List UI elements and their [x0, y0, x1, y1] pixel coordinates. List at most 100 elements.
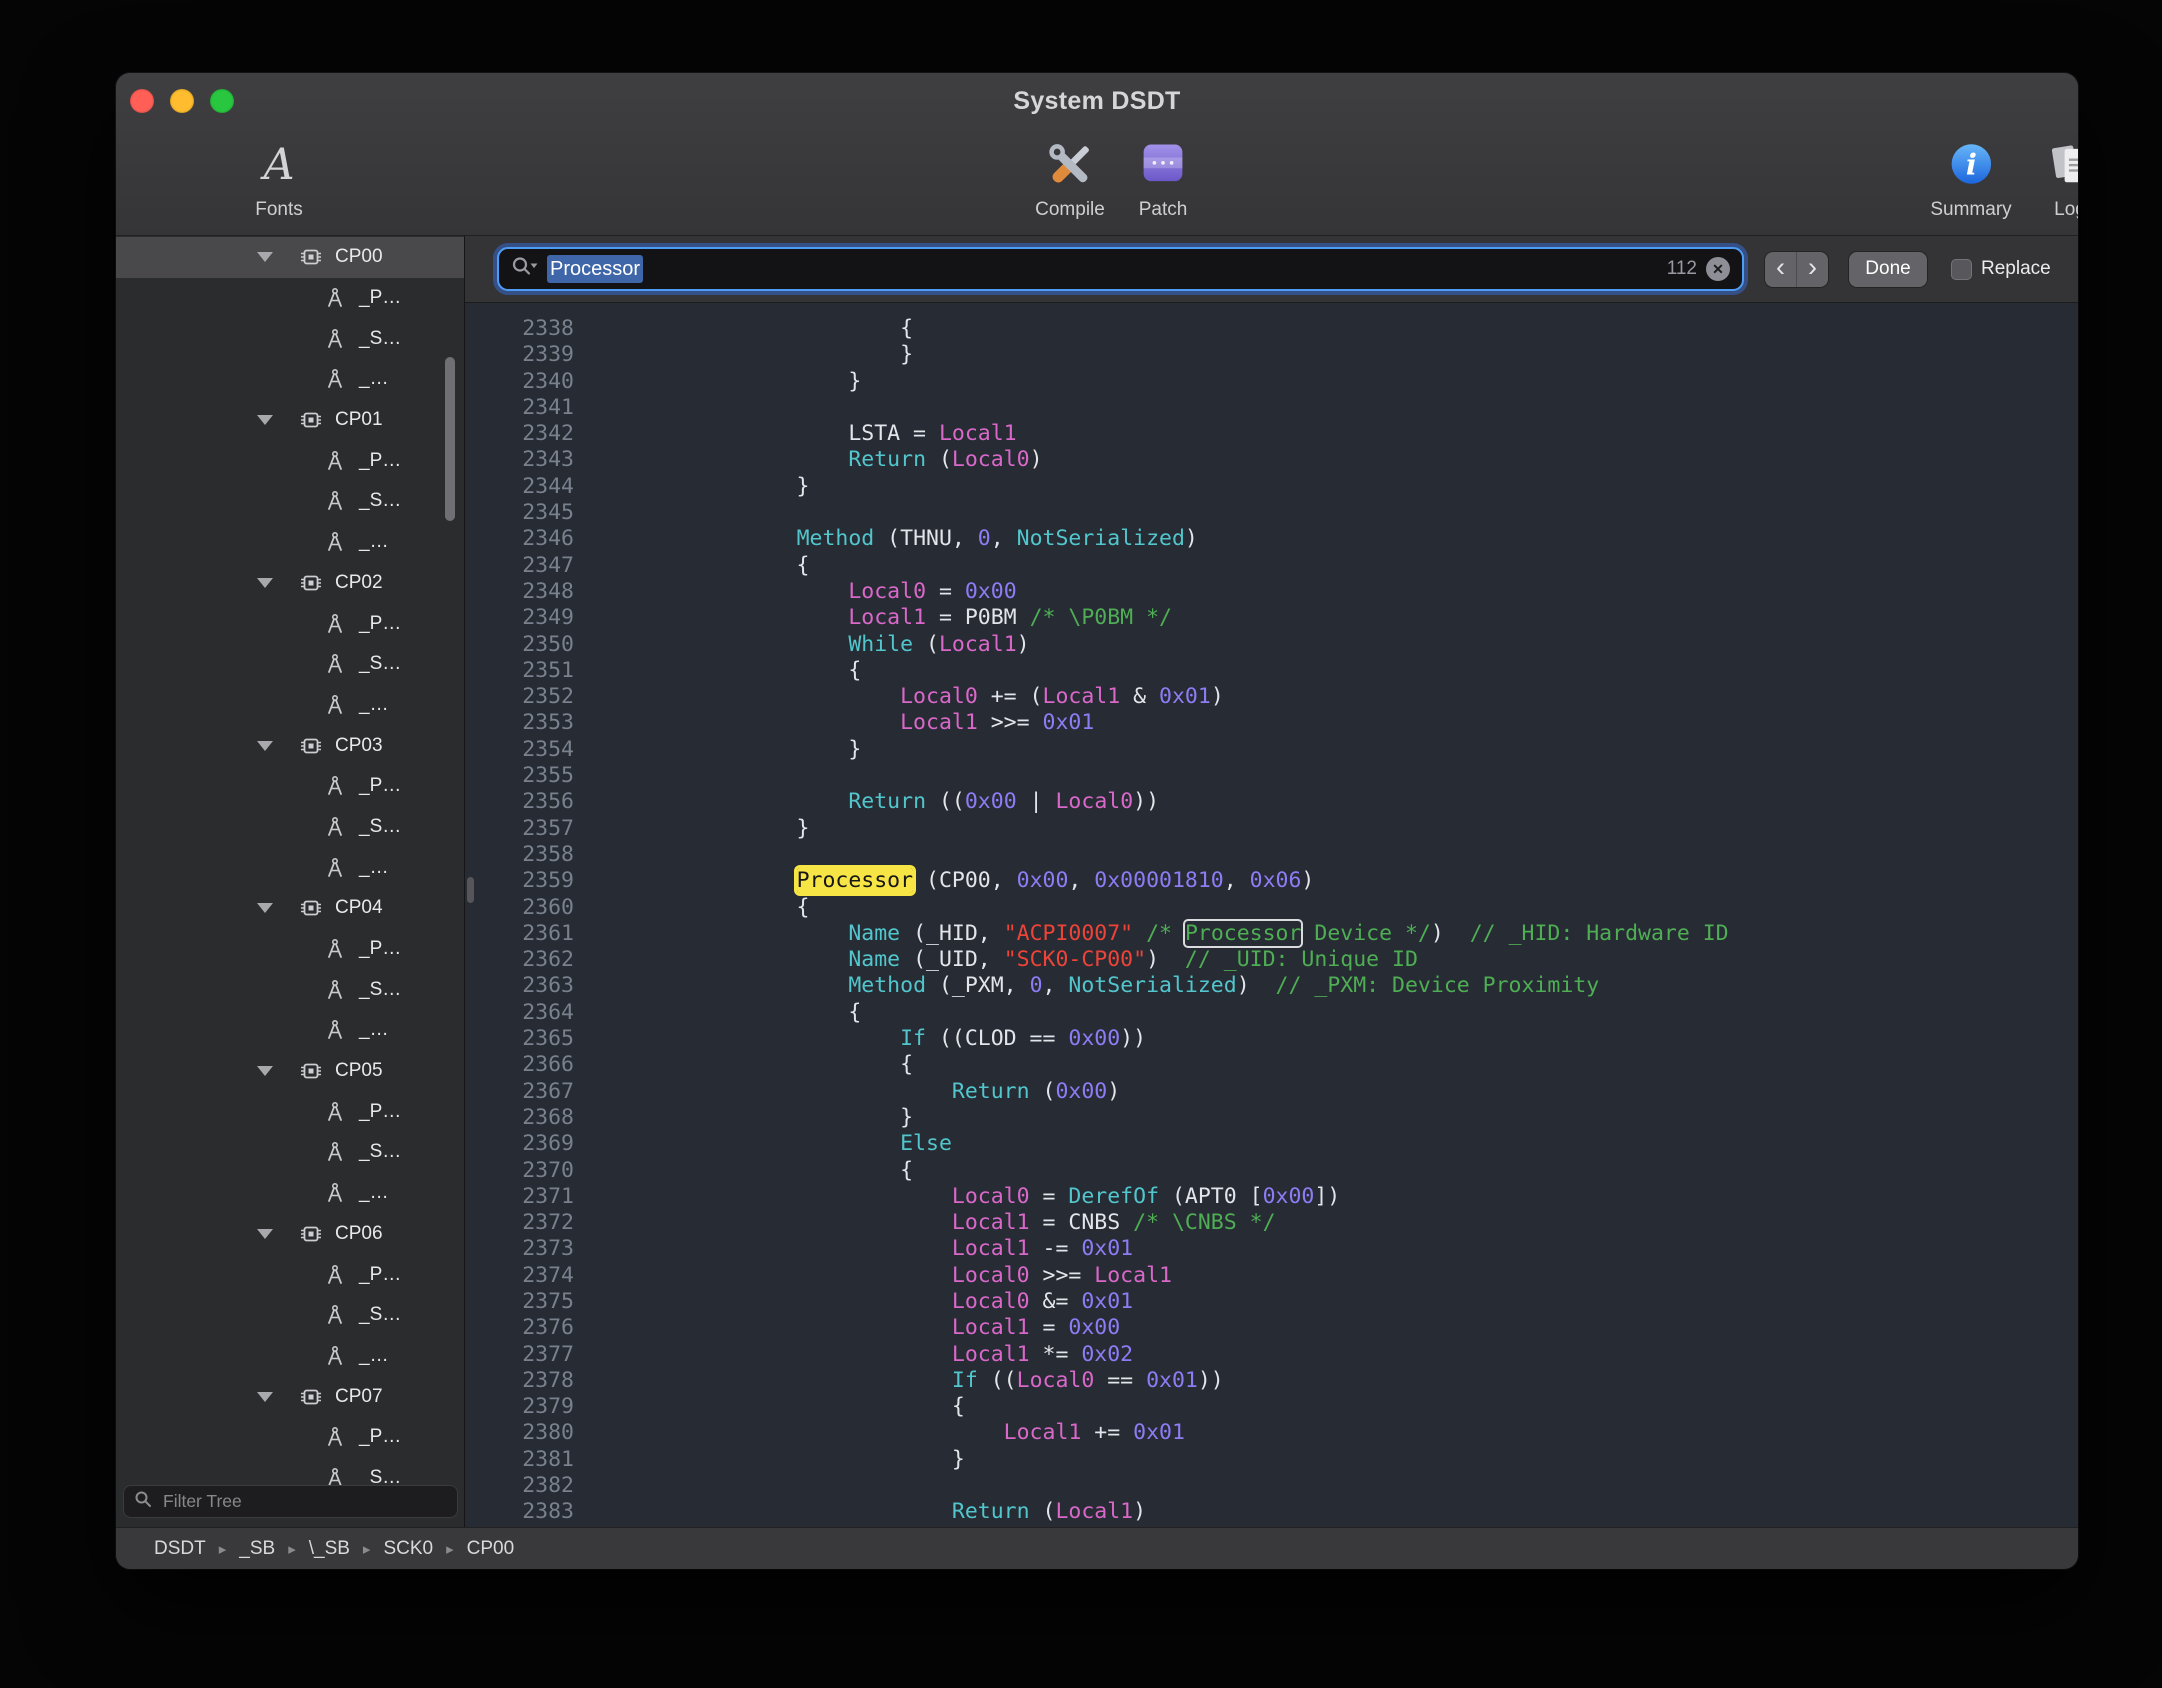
code-text: Else — [574, 1131, 952, 1157]
line-number: 2360 — [465, 895, 574, 921]
tree-item-cp01[interactable]: CP01 — [116, 400, 464, 441]
breadcrumb-item[interactable]: \_SB — [309, 1538, 350, 1560]
disclosure-triangle-icon[interactable] — [257, 578, 273, 588]
filter-input[interactable] — [161, 1490, 447, 1513]
breadcrumb-item[interactable]: SCK0 — [383, 1538, 433, 1560]
tree-item-label: _… — [359, 857, 389, 879]
code-line: 2365 If ((CLOD == 0x00)) — [465, 1026, 2078, 1052]
tree-item-child[interactable]: _P… — [116, 766, 464, 807]
breadcrumb-item[interactable]: CP00 — [467, 1538, 515, 1560]
code-text: } — [574, 369, 861, 395]
tree-item-child[interactable]: _P… — [116, 1254, 464, 1295]
tree-item-cp04[interactable]: CP04 — [116, 888, 464, 929]
search-menu-icon[interactable] — [511, 255, 538, 283]
code-editor[interactable]: 2338 {2339 }2340 }23412342 LSTA = Local1… — [465, 303, 2078, 1527]
tree-item-child[interactable]: _P… — [116, 278, 464, 319]
find-previous-button[interactable]: ‹ — [1765, 252, 1796, 287]
code-text: Local1 = P0BM /* \P0BM */ — [574, 605, 1172, 631]
log-button[interactable]: Log — [2042, 131, 2078, 221]
code-line: 2350 While (Local1) — [465, 632, 2078, 658]
tree-item-child[interactable]: _S… — [116, 481, 464, 522]
filter-field[interactable] — [123, 1485, 458, 1518]
code-line: 2376 Local1 = 0x00 — [465, 1315, 2078, 1341]
tree-item-cp02[interactable]: CP02 — [116, 563, 464, 604]
tree-item-child[interactable]: _… — [116, 847, 464, 888]
window-header: System DSDT A Fonts Compil — [116, 73, 2078, 236]
compile-button[interactable]: Compile — [1035, 131, 1105, 221]
tree-item-cp00[interactable]: CP00 — [116, 237, 464, 278]
tree-item-child[interactable]: _… — [116, 1010, 464, 1051]
summary-button[interactable]: i Summary — [1930, 131, 2011, 221]
fonts-button[interactable]: A Fonts — [251, 131, 307, 221]
method-node-icon — [323, 653, 347, 675]
tree-item-child[interactable]: _S… — [116, 969, 464, 1010]
disclosure-triangle-icon[interactable] — [257, 1392, 273, 1402]
disclosure-triangle-icon[interactable] — [257, 252, 273, 262]
tree-item-child[interactable]: _P… — [116, 603, 464, 644]
close-window-button[interactable] — [130, 89, 154, 113]
clear-search-button[interactable]: ✕ — [1706, 257, 1730, 281]
line-number: 2356 — [465, 789, 574, 815]
traffic-lights — [130, 73, 234, 129]
patch-button[interactable]: Patch — [1135, 131, 1191, 221]
zoom-window-button[interactable] — [210, 89, 234, 113]
code-line: 2353 Local1 >>= 0x01 — [465, 710, 2078, 736]
code-text: { — [574, 316, 913, 342]
code-text: Local0 = DerefOf (APT0 [0x00]) — [574, 1184, 1340, 1210]
line-number: 2380 — [465, 1420, 574, 1446]
breadcrumb-item[interactable]: _SB — [239, 1538, 275, 1560]
method-node-icon — [323, 1426, 347, 1448]
search-field[interactable]: Processor 112 ✕ — [497, 247, 1744, 291]
tree-item-child[interactable]: _P… — [116, 1417, 464, 1458]
disclosure-triangle-icon[interactable] — [257, 1229, 273, 1239]
toolbar: A Fonts Compile — [116, 129, 2078, 235]
disclosure-triangle-icon[interactable] — [257, 415, 273, 425]
minimize-window-button[interactable] — [170, 89, 194, 113]
tree-item-child[interactable]: _… — [116, 1336, 464, 1377]
method-node-icon — [323, 490, 347, 512]
tree-item-child[interactable]: _P… — [116, 929, 464, 970]
line-number: 2343 — [465, 447, 574, 473]
line-number: 2377 — [465, 1342, 574, 1368]
code-line: 2379 { — [465, 1394, 2078, 1420]
disclosure-triangle-icon[interactable] — [257, 741, 273, 751]
line-number: 2361 — [465, 921, 574, 947]
tree-item-cp03[interactable]: CP03 — [116, 725, 464, 766]
disclosure-triangle-icon[interactable] — [257, 1066, 273, 1076]
documents-icon — [2042, 131, 2078, 199]
tree-item-child[interactable]: _S… — [116, 318, 464, 359]
code-text: } — [574, 1447, 965, 1473]
breadcrumb-item[interactable]: DSDT — [154, 1538, 206, 1560]
tree-item-child[interactable]: _… — [116, 522, 464, 563]
find-next-button[interactable]: › — [1797, 252, 1828, 287]
code-line: 2359 Processor (CP00, 0x00, 0x00001810, … — [465, 868, 2078, 894]
processor-node-icon — [299, 1061, 323, 1081]
tree-item-child[interactable]: _S… — [116, 1132, 464, 1173]
tree-item-child[interactable]: _P… — [116, 1091, 464, 1132]
method-node-icon — [323, 368, 347, 390]
tree-item-child[interactable]: _… — [116, 1173, 464, 1214]
tree-item-cp06[interactable]: CP06 — [116, 1214, 464, 1255]
match-count: 112 — [1667, 258, 1697, 280]
method-node-icon — [323, 816, 347, 838]
tree-item-child[interactable]: _S… — [116, 1295, 464, 1336]
tree-item-label: CP03 — [335, 735, 383, 757]
code-line: 2352 Local0 += (Local1 & 0x01) — [465, 684, 2078, 710]
sidebar-scrollbar[interactable] — [445, 357, 455, 521]
splitter-handle[interactable] — [467, 877, 474, 903]
tree-item-cp05[interactable]: CP05 — [116, 1051, 464, 1092]
tree-item-child[interactable]: _P… — [116, 440, 464, 481]
tree-item-child[interactable]: _… — [116, 359, 464, 400]
tree-item-cp07[interactable]: CP07 — [116, 1376, 464, 1417]
done-button[interactable]: Done — [1849, 252, 1927, 287]
line-number: 2363 — [465, 973, 574, 999]
method-node-icon — [323, 979, 347, 1001]
tree-item-child[interactable]: _… — [116, 685, 464, 726]
code-text: Return ((0x00 | Local0)) — [574, 789, 1159, 815]
replace-checkbox[interactable] — [1951, 259, 1972, 280]
tree-item-child[interactable]: _S… — [116, 807, 464, 848]
code-text: While (Local1) — [574, 632, 1030, 658]
code-line: 2370 { — [465, 1158, 2078, 1184]
tree-item-child[interactable]: _S… — [116, 644, 464, 685]
disclosure-triangle-icon[interactable] — [257, 903, 273, 913]
